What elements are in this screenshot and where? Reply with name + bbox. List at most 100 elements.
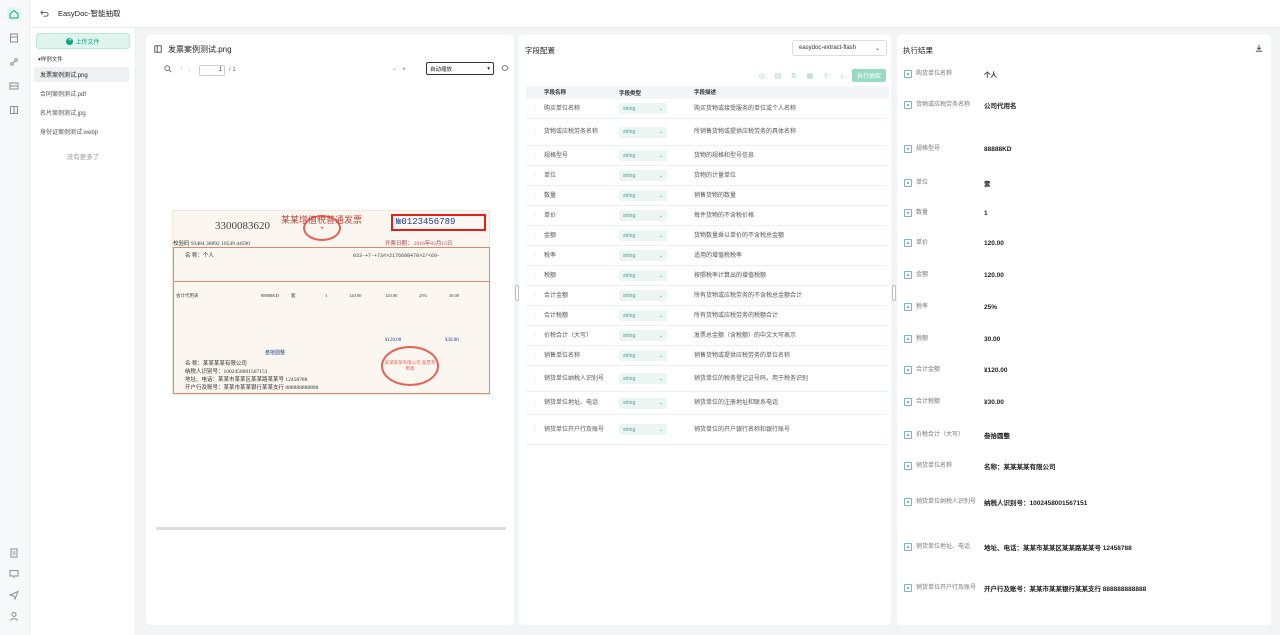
locate-icon[interactable] [904, 498, 912, 506]
view-mode-icon[interactable] [501, 64, 509, 74]
drag-handle-icon[interactable]: ⋮ [526, 152, 544, 159]
zoom-out-button[interactable]: − [393, 67, 397, 73]
result-value[interactable]: ¥120.00 [984, 367, 1008, 374]
result-value[interactable]: 25% [984, 304, 997, 311]
field-description[interactable]: 所有货物或应税劳务的税额合计 [694, 312, 889, 320]
send-icon[interactable] [7, 588, 21, 602]
result-value[interactable]: 30.00 [984, 336, 1000, 343]
field-description[interactable]: 销货单位的开户银行名称和银行账号 [694, 426, 889, 434]
field-type-select[interactable]: string ⌄ [619, 397, 667, 409]
drag-handle-icon[interactable]: ⋮ [526, 192, 544, 199]
field-description[interactable]: 销售货物或提供应税劳务的单位名称 [694, 352, 889, 360]
field-description[interactable]: 货物的规格和型号信息 [694, 152, 889, 160]
result-value[interactable]: 套 [984, 178, 991, 188]
field-description[interactable]: 所销售货物或提供应税劳务的具体名称 [694, 128, 889, 136]
save-icon[interactable]: ◎ [756, 71, 768, 81]
field-name[interactable]: 销售单位名称 [544, 352, 619, 360]
next-page-icon[interactable]: ↓ [188, 67, 191, 73]
inbox-icon[interactable] [7, 79, 21, 93]
result-value[interactable]: 开户行及账号：某某市某某银行某某支行 888888888888 [984, 583, 1146, 593]
field-name[interactable]: 金额 [544, 232, 619, 240]
drag-handle-icon[interactable]: ⋮ [526, 252, 544, 259]
page-number-input[interactable]: 1 [199, 64, 225, 76]
drag-handle-icon[interactable]: ⋮ [526, 352, 544, 359]
user-icon[interactable] [7, 609, 21, 623]
drag-handle-icon[interactable]: ⋮ [526, 292, 544, 299]
drag-handle-icon[interactable]: ⋮ [526, 232, 544, 239]
field-description[interactable]: 货物数量乘以单价的不含税总金额 [694, 232, 889, 240]
field-type-select[interactable]: string ⌄ [619, 330, 667, 341]
file-item[interactable]: 发票案例测试.png [34, 67, 129, 82]
field-name[interactable]: 价税合计（大写） [544, 332, 619, 340]
run-extract-button[interactable]: 执行抽取 [851, 69, 886, 82]
back-icon[interactable] [38, 8, 50, 20]
field-name[interactable]: 合计金额 [544, 292, 619, 300]
result-value[interactable]: 120.00 [984, 272, 1004, 279]
prev-page-icon[interactable]: ↑ [180, 67, 183, 73]
field-type-select[interactable]: string ⌄ [619, 270, 667, 281]
locate-icon[interactable] [904, 145, 912, 153]
sample-group-header[interactable]: ▾样例文件 [38, 55, 63, 63]
grid-icon[interactable] [7, 103, 21, 117]
drag-handle-icon[interactable]: ⋮ [526, 400, 544, 407]
result-value[interactable]: 个人 [984, 69, 997, 79]
field-type-select[interactable]: string ⌄ [619, 424, 667, 435]
locate-icon[interactable] [904, 584, 912, 592]
field-type-select[interactable]: string ⌄ [619, 150, 667, 161]
field-type-select[interactable]: string ⌄ [619, 170, 667, 181]
locate-icon[interactable] [904, 209, 912, 217]
field-name[interactable]: 销货单位开户行及账号 [544, 426, 619, 434]
field-type-select[interactable]: string ⌄ [619, 290, 667, 301]
upload-icon[interactable]: ⇪ [820, 71, 832, 81]
zoom-in-button[interactable]: + [402, 67, 406, 73]
result-value[interactable]: 1 [984, 210, 988, 217]
locate-icon[interactable] [904, 366, 912, 374]
locate-icon[interactable] [904, 271, 912, 279]
field-description[interactable]: 销货单位的税务登记证号码，用于税务识别 [694, 375, 889, 383]
zoom-select[interactable]: 自动缩放 ▾ [426, 62, 494, 75]
result-value[interactable]: 纳税人识别号：1002458001567151 [984, 497, 1087, 507]
field-name[interactable]: 货物或应税劳务名称 [544, 128, 619, 136]
drag-handle-icon[interactable]: ⋮ [526, 212, 544, 219]
locate-icon[interactable] [904, 303, 912, 311]
result-value[interactable]: 120.00 [984, 240, 1004, 247]
monitor-icon[interactable] [7, 567, 21, 581]
file-item[interactable]: 名片案例测试.jpg [34, 105, 129, 120]
list-icon[interactable]: ▤ [772, 71, 784, 81]
field-description[interactable]: 每件货物的不含税价格 [694, 212, 889, 220]
upload-button[interactable]: + 上传文件 [36, 33, 130, 49]
field-name[interactable]: 单价 [544, 212, 619, 220]
result-value[interactable]: 公司代用名 [984, 100, 1017, 110]
drag-handle-icon[interactable]: ⋮ [526, 312, 544, 319]
download-icon[interactable]: ⤓ [836, 71, 848, 81]
field-type-select[interactable]: string ⌄ [619, 250, 667, 261]
field-description[interactable]: 适用的增值税税率 [694, 252, 889, 260]
drag-handle-icon[interactable]: ⋮ [526, 426, 544, 433]
field-description[interactable]: 按照税率计算出的增值税额 [694, 272, 889, 280]
field-name[interactable]: 销货单位地址、电话 [544, 399, 619, 407]
result-value[interactable]: 88888KD [984, 146, 1011, 153]
field-type-select[interactable]: string ⌄ [619, 373, 667, 384]
locate-icon[interactable] [904, 70, 912, 78]
drag-handle-icon[interactable]: ⋮ [526, 272, 544, 279]
sort-icon[interactable]: ⇅ [788, 71, 800, 81]
result-value[interactable]: 名称：某某某某有限公司 [984, 461, 1056, 471]
drag-handle-icon[interactable]: ⋮ [526, 172, 544, 179]
field-description[interactable]: 购买货物或接受服务的单位或个人名称 [694, 105, 889, 113]
drag-handle-icon[interactable]: ⋮ [526, 332, 544, 339]
document-icon[interactable] [7, 31, 21, 45]
field-description[interactable]: 销售货物的数量 [694, 192, 889, 200]
locate-icon[interactable] [904, 431, 912, 439]
field-name[interactable]: 税率 [544, 252, 619, 260]
field-description[interactable]: 销货单位的注册地址和联系电话 [694, 399, 889, 407]
field-description[interactable]: 所有货物或应税劳务的不含税总金额合计 [694, 292, 889, 300]
field-description[interactable]: 货物的计量单位 [694, 172, 889, 180]
locate-icon[interactable] [904, 101, 912, 109]
table-icon[interactable]: ▦ [804, 71, 816, 81]
field-name[interactable]: 规格型号 [544, 152, 619, 160]
field-description[interactable]: 发票总金额（含税额）的中文大写表示 [694, 332, 889, 340]
field-type-select[interactable]: string ⌄ [619, 350, 667, 361]
field-type-select[interactable]: string ⌄ [619, 230, 667, 241]
file-item[interactable]: 身份证案例测试.webp [34, 124, 129, 139]
home-icon[interactable] [7, 7, 21, 21]
